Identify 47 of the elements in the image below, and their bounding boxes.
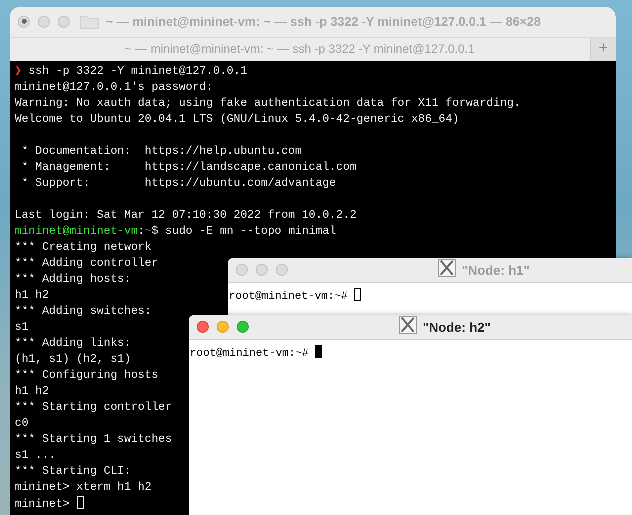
terminal-line: *** Creating network: [15, 242, 152, 254]
terminal-line: root@mininet-vm:~#: [190, 348, 310, 360]
terminal-line: *** Adding controller: [15, 258, 159, 270]
terminal-line: h1 h2: [15, 290, 50, 302]
terminal-line: (h1, s1) (h2, s1): [15, 354, 132, 366]
window-title: ~ — mininet@mininet-vm: ~ — ssh -p 3322 -Y mininet@127.0.0.1 — 86×28: [106, 14, 542, 29]
terminal-tab[interactable]: ~ — mininet@mininet-vm: ~ — ssh -p 3322 -Y mininet@127.0.0.1: [10, 38, 590, 61]
zoom-button[interactable]: [276, 264, 288, 276]
terminal-line: *** Starting 1 switches: [15, 434, 172, 446]
terminal-line: ssh -p 3322 -Y mininet@127.0.0.1: [28, 66, 248, 78]
terminal-line: Warning: No xauth data; using fake authentication data for X11 forwarding.: [15, 98, 521, 110]
prompt-user-host: mininet@mininet-vm: [15, 226, 138, 238]
prompt-symbol: ❯: [15, 66, 22, 78]
terminal-line: *** Adding hosts:: [15, 274, 132, 286]
terminal-line: h1 h2: [15, 386, 50, 398]
terminal-line: mininet@127.0.0.1's password:: [15, 82, 214, 94]
terminal-line: s1: [15, 322, 29, 334]
terminal-line: *** Starting controller: [15, 402, 172, 414]
minimize-button[interactable]: [256, 264, 268, 276]
terminal-line: *** Configuring hosts: [15, 370, 159, 382]
zoom-button[interactable]: [58, 16, 70, 28]
prompt-symbol: $: [152, 226, 159, 238]
terminal-line: s1 ...: [15, 450, 56, 462]
terminal-line: * Support: https://ubuntu.com/advantage: [20, 178, 336, 190]
terminal-line: *** Starting CLI:: [15, 466, 132, 478]
terminal-line: root@mininet-vm:~#: [229, 291, 349, 303]
zoom-button[interactable]: [237, 321, 249, 333]
close-button[interactable]: [197, 321, 209, 333]
prompt-separator: :: [138, 226, 145, 238]
prompt-path: ~: [144, 226, 152, 238]
terminal-line: mininet> xterm h1 h2: [15, 482, 152, 494]
terminal-line: c0: [15, 418, 29, 430]
window-title: "Node: h2": [423, 320, 491, 334]
terminal-line: mininet>: [15, 499, 71, 511]
terminal-line: sudo -E mn --topo minimal: [164, 226, 336, 238]
minimize-button[interactable]: [38, 16, 50, 28]
terminal-line: Welcome to Ubuntu 20.04.1 LTS (GNU/Linux 5.4.0-42-generic x86_64): [15, 114, 460, 126]
window-title: "Node: h1": [462, 262, 530, 278]
terminal-line: Last login: Sat Mar 12 07:10:30 2022 from 10.0.2.2: [15, 210, 357, 222]
terminal-line: *** Adding links:: [15, 338, 132, 350]
folder-icon: [80, 14, 100, 30]
terminal-line: * Management: https://landscape.canonical.com: [20, 162, 357, 174]
new-tab-button[interactable]: +: [590, 38, 616, 61]
terminal-line: *** Adding switches:: [15, 306, 152, 318]
minimize-button[interactable]: [217, 321, 229, 333]
terminal-line: * Documentation: https://help.ubuntu.com: [20, 146, 302, 158]
close-button[interactable]: [18, 16, 30, 28]
